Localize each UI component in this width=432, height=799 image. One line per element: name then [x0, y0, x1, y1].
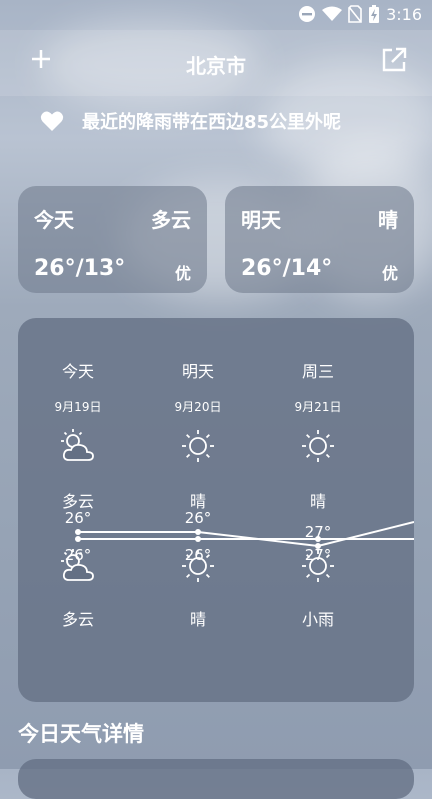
forecast-night-condition: 多云 — [61, 610, 94, 629]
high-temp-point — [75, 529, 81, 535]
battery-charging-icon — [369, 5, 380, 23]
forecast-panel[interactable]: 今天 9月19日 多云 26° 26° 多云 明天 9月20日 晴 26° 26… — [18, 318, 414, 702]
card-aqi: 优 — [381, 264, 398, 283]
top-bar: 北京市 — [0, 30, 432, 96]
status-bar: 3:16 — [0, 0, 432, 30]
partly-cloudy-icon — [61, 429, 94, 461]
tomorrow-card[interactable]: 明天 晴 26°/14° 优 — [225, 186, 414, 293]
share-button[interactable] — [380, 46, 408, 74]
forecast-day-name: 明天 — [181, 362, 214, 381]
card-day: 明天 — [241, 208, 281, 232]
forecast-date: 9月20日 — [174, 400, 222, 414]
no-sim-icon — [348, 5, 362, 23]
forecast-high-temp: 26° — [184, 509, 212, 527]
forecast-night-condition: 晴 — [189, 610, 206, 629]
status-time: 3:16 — [386, 4, 422, 24]
forecast-high-temp: 26° — [64, 509, 92, 527]
today-card[interactable]: 今天 多云 26°/13° 优 — [18, 186, 207, 293]
card-temperature: 26°/14° — [241, 256, 333, 281]
rain-notice-text: 最近的降雨带在西边85公里外呢 — [82, 112, 342, 133]
forecast-high-temp: 27° — [304, 523, 332, 541]
card-aqi: 优 — [174, 264, 191, 283]
sun-icon — [302, 430, 334, 462]
partly-cloudy-icon — [61, 549, 94, 581]
low-temp-point — [195, 536, 201, 542]
forecast-day-condition: 晴 — [309, 492, 326, 511]
card-condition: 晴 — [378, 208, 398, 232]
wifi-icon — [322, 6, 343, 21]
forecast-day-name: 今天 — [61, 362, 94, 381]
page-title: 北京市 — [186, 54, 246, 78]
card-temperature: 26°/13° — [34, 256, 126, 281]
card-day: 今天 — [34, 208, 74, 232]
sun-icon — [302, 550, 334, 582]
sun-icon — [182, 550, 214, 582]
forecast-date: 9月21日 — [294, 400, 342, 414]
forecast-night-condition: 小雨 — [301, 610, 334, 629]
details-section-title: 今日天气详情 — [18, 722, 144, 746]
dnd-icon — [299, 6, 316, 22]
open-external-icon — [382, 47, 407, 72]
details-card[interactable] — [18, 759, 414, 799]
heart-icon — [40, 111, 64, 131]
card-condition: 多云 — [151, 208, 191, 232]
forecast-date: 9月19日 — [54, 400, 102, 414]
forecast-day-name: 周三 — [301, 362, 334, 381]
high-temp-point — [195, 529, 201, 535]
rain-notice[interactable]: 最近的降雨带在西边85公里外呢 — [40, 108, 341, 134]
low-temp-point — [75, 536, 81, 542]
sun-icon — [182, 430, 214, 462]
